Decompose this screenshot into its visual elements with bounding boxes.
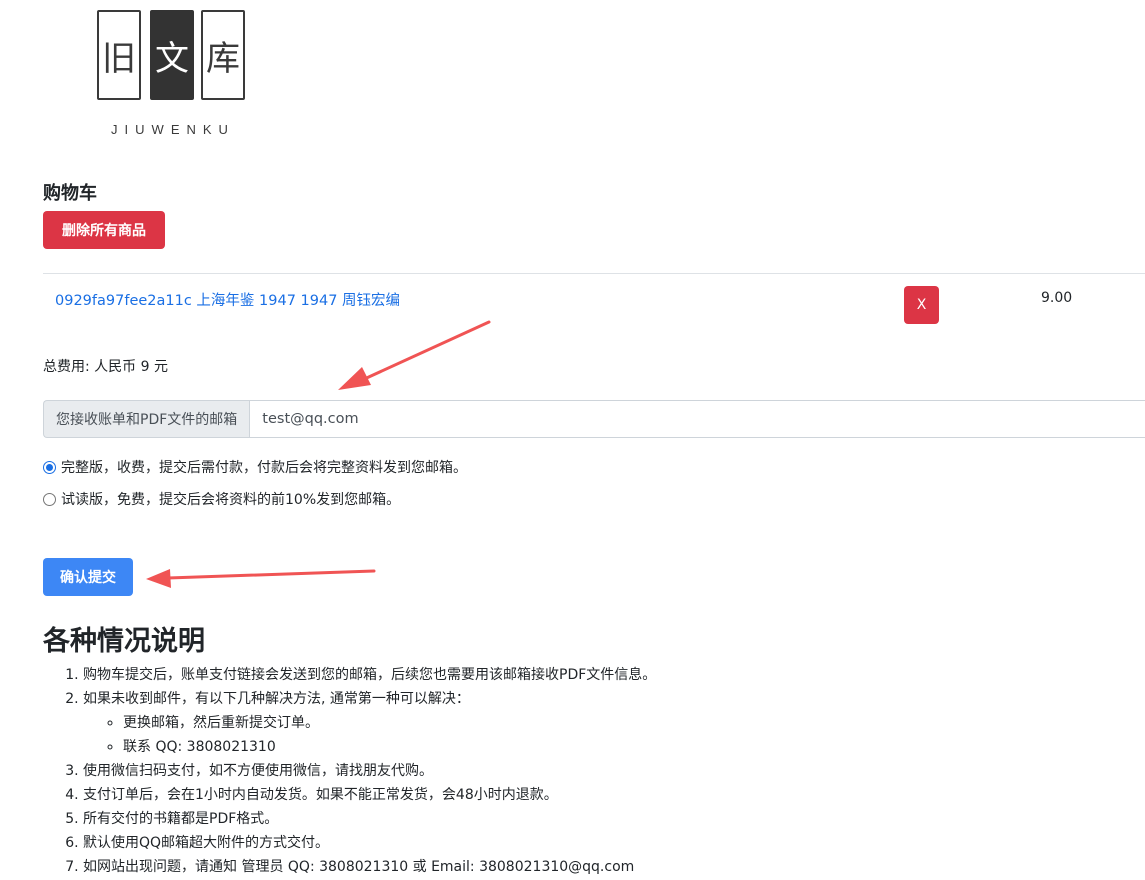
info-item: 购物车提交后，账单支付链接会发送到您的邮箱，后续您也需要用该邮箱接收PDF文件信… xyxy=(83,663,1145,687)
info-section-title: 各种情况说明 xyxy=(43,626,205,657)
full-version-label: 完整版，收费，提交后需付款，付款后会将完整资料发到您邮箱。 xyxy=(61,460,467,476)
info-item: 所有交付的书籍都是PDF格式。 xyxy=(83,807,1145,831)
email-field[interactable] xyxy=(249,400,1145,438)
cart-item-price: 9.00 xyxy=(1041,290,1073,306)
info-item: 支付订单后，会在1小时内自动发货。如果不能正常发货，会48小时内退款。 xyxy=(83,783,1145,807)
trial-version-radio[interactable] xyxy=(43,492,56,506)
info-item: 默认使用QQ邮箱超大附件的方式交付。 xyxy=(83,831,1145,855)
cart-divider xyxy=(43,273,1145,274)
annotation-arrow-email xyxy=(338,320,491,390)
cart-item-title-link[interactable]: 0929fa97fee2a11c 上海年鉴 1947 1947 周钰宏编 xyxy=(55,289,400,310)
info-item: 如网站出现问题，请通知 管理员 QQ: 3808021310 或 Email: … xyxy=(83,855,1145,879)
info-list: 购物车提交后，账单支付链接会发送到您的邮箱，后续您也需要用该邮箱接收PDF文件信… xyxy=(43,663,1145,879)
logo-char-1: 旧 xyxy=(97,10,141,100)
confirm-submit-button[interactable]: 确认提交 xyxy=(43,558,133,596)
email-field-label: 您接收账单和PDF文件的邮箱 xyxy=(43,400,250,438)
logo-latin-text: JIUWENKU xyxy=(111,122,235,137)
info-item: 如果未收到邮件，有以下几种解决方法, 通常第一种可以解决： 更换邮箱，然后重新提… xyxy=(83,687,1145,759)
cart-title: 购物车 xyxy=(43,183,97,204)
logo-char-2: 文 xyxy=(150,10,194,100)
trial-version-label: 试读版，免费，提交后会将资料的前10%发到您邮箱。 xyxy=(61,492,401,508)
info-subitem: 更换邮箱，然后重新提交订单。 xyxy=(123,711,1145,735)
full-version-radio[interactable] xyxy=(43,460,56,474)
logo-char-3: 库 xyxy=(201,10,245,100)
delete-all-button[interactable]: 删除所有商品 xyxy=(43,211,165,249)
remove-item-button[interactable]: X xyxy=(904,286,939,324)
info-subitem: 联系 QQ: 3808021310 xyxy=(123,735,1145,759)
trial-version-option[interactable]: 试读版，免费，提交后会将资料的前10%发到您邮箱。 xyxy=(43,489,400,509)
annotation-arrow-submit xyxy=(146,569,376,588)
site-logo[interactable]: 旧 文 库 JIUWENKU xyxy=(97,10,249,138)
total-cost: 总费用: 人民币 9 元 xyxy=(43,359,168,375)
info-item: 使用微信扫码支付，如不方便使用微信，请找朋友代购。 xyxy=(83,759,1145,783)
email-input-group: 您接收账单和PDF文件的邮箱 xyxy=(43,400,1145,438)
info-sublist: 更换邮箱，然后重新提交订单。 联系 QQ: 3808021310 xyxy=(83,711,1145,759)
full-version-option[interactable]: 完整版，收费，提交后需付款，付款后会将完整资料发到您邮箱。 xyxy=(43,457,467,477)
